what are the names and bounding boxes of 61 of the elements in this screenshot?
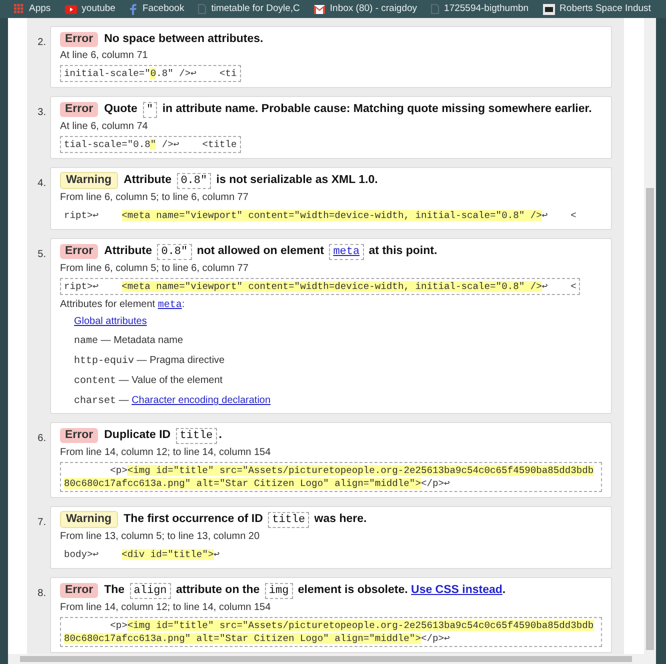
severity-badge: Error <box>60 428 98 443</box>
message-title: The first occurrence of ID title was here. <box>124 511 367 528</box>
bookmark[interactable]: Inbox (80) - craigdoy <box>314 2 418 16</box>
code-extract: initial-scale="0.8" />↩ <ti <box>60 65 241 82</box>
severity-badge: Error <box>60 102 98 117</box>
message-number: 2. <box>36 36 47 50</box>
code-extract: <p><img id="title" src="Assets/picturetopeople.org-2e25613ba9c54c0c65f4590ba85dd3bdb80c680c17afcc613a.png" alt="Star Citizen Logo" align="middle"></p>↩ <box>60 462 602 492</box>
page-icon <box>198 4 206 14</box>
message-number: 3. <box>36 106 47 120</box>
vertical-scrollbar[interactable] <box>644 18 656 664</box>
message-number: 8. <box>36 587 47 601</box>
message-number: 4. <box>36 177 47 191</box>
severity-badge: Warning <box>60 172 118 189</box>
message-title: Quote " in attribute name. Probable cause: Matching quote missing somewhere earlier. <box>104 101 592 118</box>
bookmark[interactable]: timetable for Doyle,C <box>198 2 300 16</box>
message-number: 5. <box>36 248 47 262</box>
element-link[interactable]: meta <box>329 244 364 260</box>
message-title: Attribute 0.8" is not serializable as XML 1.0. <box>124 172 378 189</box>
location-text: From line 14, column 12; to line 14, column 154 <box>60 602 272 614</box>
envelope-icon <box>314 4 325 14</box>
severity-badge: Warning <box>60 511 118 528</box>
letter-f-icon <box>129 4 138 14</box>
attribute-item: charset — Character encoding declaration <box>74 395 271 408</box>
location-text: From line 6, column 5; to line 6, column 77 <box>60 192 250 204</box>
element-link[interactable]: meta <box>158 300 182 311</box>
apps-grid-icon <box>14 4 24 14</box>
css-link[interactable]: Use CSS instead <box>411 584 502 596</box>
attribute-item: content — Value of the element <box>74 375 223 388</box>
location-text: At line 6, column 71 <box>60 50 149 62</box>
severity-badge: Error <box>60 32 98 46</box>
global-attributes-link[interactable]: Global attributes <box>74 316 147 328</box>
bookmark[interactable]: Apps <box>14 2 51 16</box>
message-number: 6. <box>36 432 47 446</box>
bookmark[interactable]: Roberts Space Indust <box>542 2 651 16</box>
message-title: Attribute 0.8" not allowed on element meta at this point. <box>104 243 438 260</box>
severity-badge: Error <box>60 244 98 259</box>
attribute-item: http-equiv — Pragma directive <box>74 355 225 368</box>
location-text: From line 6, column 5; to line 6, column 77 <box>60 263 250 275</box>
message-title: No space between attributes. <box>104 32 264 47</box>
page-icon <box>431 4 440 14</box>
attribute-item: name — Metadata name <box>74 335 184 348</box>
location-text: From line 14, column 12; to line 14, column 154 <box>60 447 272 459</box>
location-text: From line 13, column 5; to line 13, column 20 <box>60 531 261 543</box>
message-title: Duplicate ID title . <box>104 427 222 444</box>
bookmark[interactable]: 1725594-bigthumbn <box>431 2 529 16</box>
code-extract: <p><img id="title" src="Assets/picturetopeople.org-2e25613ba9c54c0c65f4590ba85dd3bdb80c680c17afcc613a.png" alt="Star Citizen Logo" align="middle"></p>↩ <box>60 617 602 647</box>
code-extract: ript>↩ <meta name="viewport" content="width=device-width, initial-scale="0.8" />↩ < <box>60 278 580 295</box>
code-extract: ript>↩ <meta name="viewport" content="width=device-width, initial-scale="0.8" />↩ < <box>63 209 578 223</box>
location-text: At line 6, column 74 <box>60 121 149 133</box>
code-extract: body>↩ <div id="title">↩ <box>63 548 220 562</box>
play-icon <box>64 4 77 14</box>
attributes-heading: Attributes for element meta: <box>60 299 186 312</box>
horizontal-scrollbar[interactable] <box>8 654 644 664</box>
message-number: 7. <box>36 516 47 530</box>
bookmark[interactable]: Facebook <box>129 2 184 16</box>
code-extract: tial-scale="0.8" />↩ <title <box>60 136 241 153</box>
bookmark[interactable]: youtube <box>64 2 116 16</box>
message-title: The align attribute on the img element is obsolete. Use CSS instead. <box>104 582 506 599</box>
emblem-icon <box>542 4 555 14</box>
attribute-link[interactable]: Character encoding declaration <box>132 395 271 406</box>
severity-badge: Error <box>60 583 98 598</box>
